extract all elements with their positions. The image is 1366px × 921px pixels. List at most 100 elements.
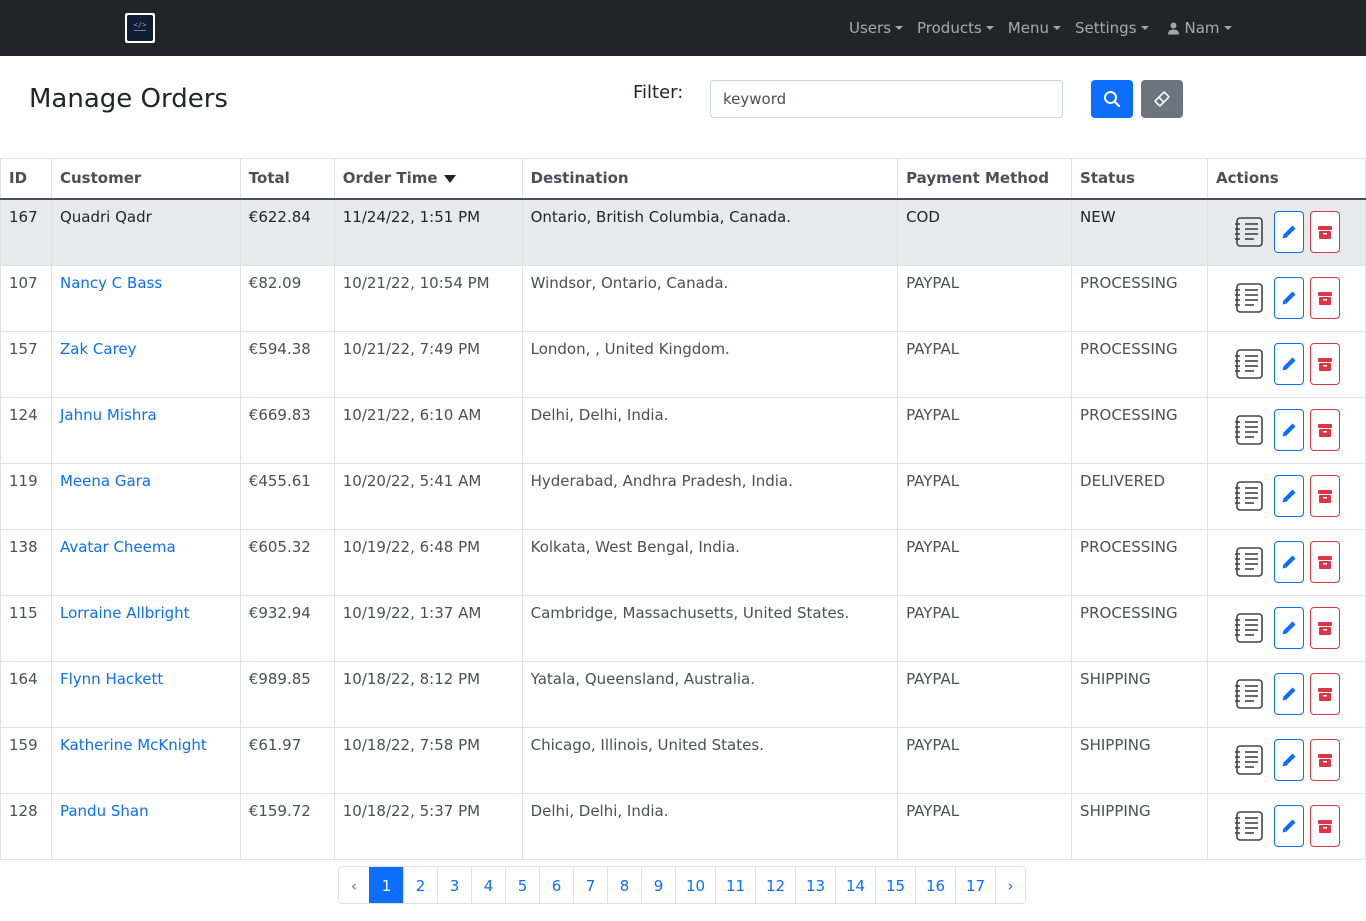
filter-input[interactable] xyxy=(710,80,1063,118)
cell-payment-method: PAYPAL xyxy=(897,660,1073,728)
delete-button[interactable] xyxy=(1310,211,1340,253)
pagination-page[interactable]: 5 xyxy=(505,867,539,903)
pagination-page[interactable]: 2 xyxy=(403,867,437,903)
cell-total: €605.32 xyxy=(239,528,335,596)
cell-customer[interactable]: Jahnu Mishra xyxy=(50,396,241,464)
edit-button[interactable] xyxy=(1274,607,1304,649)
cell-payment-method: PAYPAL xyxy=(897,726,1073,794)
svg-text:</>: </> xyxy=(134,21,147,29)
trash-icon xyxy=(1318,556,1332,569)
cell-order-time: 10/18/22, 7:58 PM xyxy=(333,726,523,794)
order-details-icon[interactable] xyxy=(1234,546,1264,578)
pagination-page[interactable]: 13 xyxy=(795,867,835,903)
nav-item-nam[interactable]: Nam xyxy=(1167,19,1232,37)
table-row: 128 Pandu Shan €159.72 10/18/22, 5:37 PM Del… xyxy=(0,792,1366,860)
cell-order-time: 10/19/22, 6:48 PM xyxy=(333,528,523,596)
order-details-icon[interactable] xyxy=(1234,282,1264,314)
brand-logo[interactable]: </> xyxy=(125,13,155,43)
pagination-page[interactable]: 1 xyxy=(369,867,403,903)
edit-button[interactable] xyxy=(1274,409,1304,451)
edit-button[interactable] xyxy=(1274,211,1304,253)
delete-button[interactable] xyxy=(1310,541,1340,583)
edit-button[interactable] xyxy=(1274,805,1304,847)
cell-actions xyxy=(1207,660,1366,728)
delete-button[interactable] xyxy=(1310,739,1340,781)
table-row: 119 Meena Gara €455.61 10/20/22, 5:41 AM Hyd… xyxy=(0,462,1366,530)
pagination-page[interactable]: 3 xyxy=(437,867,471,903)
pagination-page[interactable]: 14 xyxy=(835,867,875,903)
order-details-icon[interactable] xyxy=(1234,612,1264,644)
order-details-icon[interactable] xyxy=(1234,348,1264,380)
order-details-icon[interactable] xyxy=(1234,810,1264,842)
cell-customer[interactable]: Katherine McKnight xyxy=(50,726,241,794)
cell-customer[interactable]: Flynn Hackett xyxy=(50,660,241,728)
header-total[interactable]: Total xyxy=(239,158,335,200)
pencil-icon xyxy=(1282,357,1296,371)
order-details-icon[interactable] xyxy=(1234,678,1264,710)
delete-button[interactable] xyxy=(1310,673,1340,715)
cell-id: 164 xyxy=(0,660,52,728)
header-customer[interactable]: Customer xyxy=(50,158,241,200)
cell-customer[interactable]: Lorraine Allbright xyxy=(50,594,241,662)
nav-item-menu[interactable]: Menu xyxy=(1008,19,1061,37)
order-details-icon[interactable] xyxy=(1234,744,1264,776)
header-order-time[interactable]: Order Time xyxy=(333,158,523,200)
order-details-icon[interactable] xyxy=(1234,216,1264,248)
search-button[interactable] xyxy=(1091,80,1133,118)
row-actions xyxy=(1216,662,1357,727)
header-status[interactable]: Status xyxy=(1071,158,1208,200)
delete-button[interactable] xyxy=(1310,805,1340,847)
nav-item-label: Products xyxy=(917,19,982,37)
pagination-page[interactable]: 17 xyxy=(955,867,995,903)
order-details-icon[interactable] xyxy=(1234,480,1264,512)
nav-item-products[interactable]: Products xyxy=(917,19,994,37)
cell-customer[interactable]: Nancy C Bass xyxy=(50,264,241,332)
pagination-page[interactable]: 16 xyxy=(915,867,955,903)
edit-button[interactable] xyxy=(1274,541,1304,583)
pagination-page[interactable]: 15 xyxy=(875,867,915,903)
edit-button[interactable] xyxy=(1274,475,1304,517)
nav-item-users[interactable]: Users xyxy=(849,19,904,37)
pagination-page[interactable]: 9 xyxy=(641,867,675,903)
pencil-icon xyxy=(1282,687,1296,701)
pagination-page[interactable]: 11 xyxy=(715,867,755,903)
edit-button[interactable] xyxy=(1274,739,1304,781)
cell-customer[interactable]: Avatar Cheema xyxy=(50,528,241,596)
cell-actions xyxy=(1207,594,1366,662)
delete-button[interactable] xyxy=(1310,475,1340,517)
cell-customer[interactable]: Meena Gara xyxy=(50,462,241,530)
order-details-icon[interactable] xyxy=(1234,414,1264,446)
delete-button[interactable] xyxy=(1310,409,1340,451)
nav-item-settings[interactable]: Settings xyxy=(1075,19,1149,37)
cell-id: 157 xyxy=(0,330,52,398)
cell-customer[interactable]: Pandu Shan xyxy=(50,792,241,860)
cell-actions xyxy=(1207,330,1366,398)
edit-button[interactable] xyxy=(1274,343,1304,385)
pagination-page[interactable]: 10 xyxy=(675,867,715,903)
pagination-page[interactable]: 8 xyxy=(607,867,641,903)
delete-button[interactable] xyxy=(1310,607,1340,649)
pagination-page[interactable]: 6 xyxy=(539,867,573,903)
edit-button[interactable] xyxy=(1274,277,1304,319)
pagination-next[interactable]: › xyxy=(995,867,1025,903)
header-id[interactable]: ID xyxy=(0,158,52,200)
trash-icon xyxy=(1318,622,1332,635)
cell-customer[interactable]: Zak Carey xyxy=(50,330,241,398)
delete-button[interactable] xyxy=(1310,277,1340,319)
cell-actions xyxy=(1207,198,1366,266)
header-payment-method[interactable]: Payment Method xyxy=(897,158,1073,200)
cell-customer[interactable]: Quadri Qadr xyxy=(50,198,241,266)
pencil-icon xyxy=(1282,819,1296,833)
pagination-page[interactable]: 4 xyxy=(471,867,505,903)
pagination-page[interactable]: 7 xyxy=(573,867,607,903)
edit-button[interactable] xyxy=(1274,673,1304,715)
header-destination[interactable]: Destination xyxy=(521,158,899,200)
pagination-page[interactable]: 12 xyxy=(755,867,795,903)
trash-icon xyxy=(1318,490,1332,503)
delete-button[interactable] xyxy=(1310,343,1340,385)
cell-order-time: 10/19/22, 1:37 AM xyxy=(333,594,523,662)
clear-filter-button[interactable] xyxy=(1141,80,1183,118)
orders-table: ID Customer Total Order Time Destination… xyxy=(0,158,1366,860)
pagination-prev[interactable]: ‹ xyxy=(339,867,369,903)
cell-destination: Chicago, Illinois, United States. xyxy=(521,726,899,794)
